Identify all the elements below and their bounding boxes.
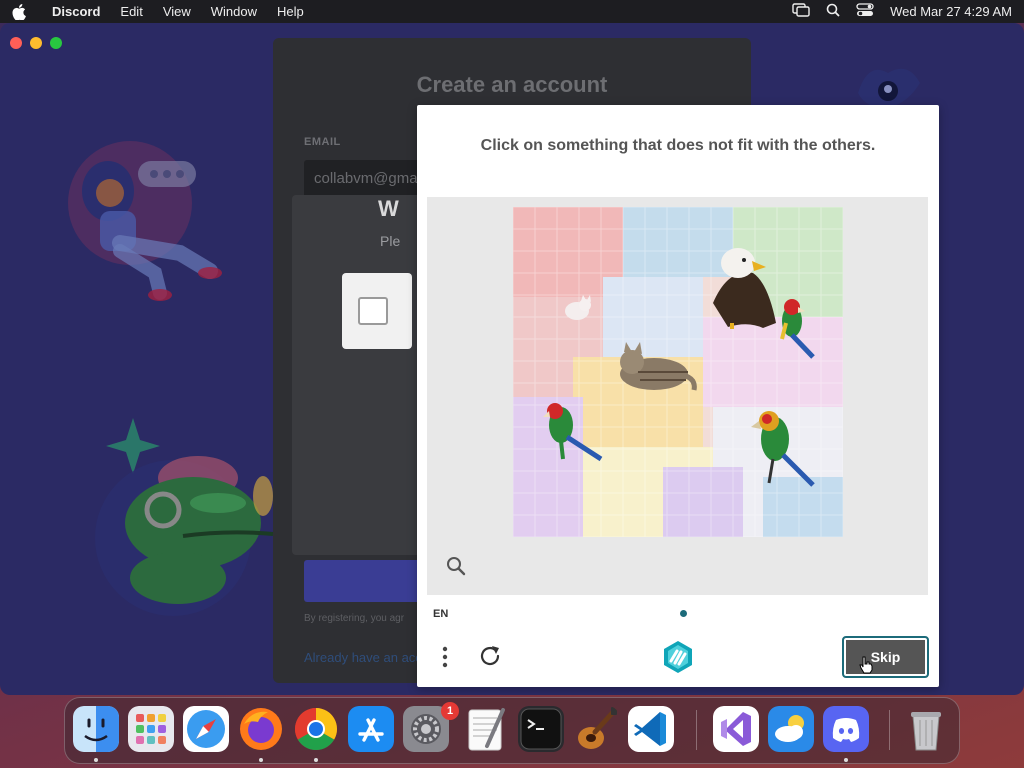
menu-help[interactable]: Help [267,4,314,19]
app-menu-discord[interactable]: Discord [42,4,110,19]
apple-menu-icon[interactable] [12,3,42,20]
chrome-icon[interactable] [293,706,339,752]
system-settings-badge: 1 [441,702,459,720]
garageband-icon[interactable] [573,706,619,752]
app-store-icon[interactable] [348,706,394,752]
vscode-icon[interactable] [628,706,674,752]
captcha-challenge: Click on something that does not fit wit… [417,105,939,687]
challenge-progress-dot [680,610,687,617]
email-label: EMAIL [304,136,341,148]
textedit-icon[interactable] [463,706,509,752]
more-options-icon[interactable] [437,645,453,669]
login-link[interactable]: Already have an acc [304,650,422,665]
safari-icon[interactable] [183,706,229,752]
gremlin-illustration [95,418,274,616]
trash-icon[interactable] [903,706,949,752]
control-center-icon[interactable] [856,3,874,20]
dock: 1 [64,697,960,764]
verification-modal-title: W [378,196,399,221]
discord-icon[interactable] [823,706,869,752]
dock-separator [696,710,697,750]
refresh-icon[interactable] [477,643,503,669]
girl-illustration [68,141,222,301]
dock-separator-trash [889,710,890,750]
maximize-window-button[interactable] [50,37,62,49]
discord-running-indicator [844,758,848,762]
firefox-running-indicator [259,758,263,762]
skip-button[interactable]: Skip [842,636,929,678]
language-selector[interactable]: EN [433,608,448,620]
menu-view[interactable]: View [153,4,201,19]
menu-edit[interactable]: Edit [110,4,152,19]
terminal-icon[interactable] [518,706,564,752]
window-controls [10,37,62,49]
hcaptcha-logo-icon [664,641,692,673]
minimize-window-button[interactable] [30,37,42,49]
finder-icon[interactable] [73,706,119,752]
spotlight-search-icon[interactable] [826,3,840,20]
screen-mirroring-icon[interactable] [792,3,810,20]
pointer-cursor-icon [859,656,873,674]
close-window-button[interactable] [10,37,22,49]
terms-text: By registering, you agr [304,613,405,624]
captcha-image[interactable] [513,207,843,537]
verification-modal-subtitle: Ple [380,233,401,249]
firefox-icon[interactable] [238,706,284,752]
menu-bar: Discord Edit View Window Help Wed Mar 27… [0,0,1024,23]
captcha-prompt: Click on something that does not fit wit… [480,137,876,154]
hcaptcha-widget [342,273,412,349]
zoom-icon[interactable] [445,555,467,577]
creature-illustration [858,68,920,109]
visual-studio-icon[interactable] [713,706,759,752]
menu-window[interactable]: Window [201,4,267,19]
captcha-image-area [427,197,928,595]
menubar-clock[interactable]: Wed Mar 27 4:29 AM [890,4,1012,19]
launchpad-icon[interactable] [128,706,174,752]
chrome-running-indicator [314,758,318,762]
weather-icon[interactable] [768,706,814,752]
finder-running-indicator [94,758,98,762]
hcaptcha-checkbox[interactable] [358,297,388,325]
register-title: Create an account [416,72,608,97]
